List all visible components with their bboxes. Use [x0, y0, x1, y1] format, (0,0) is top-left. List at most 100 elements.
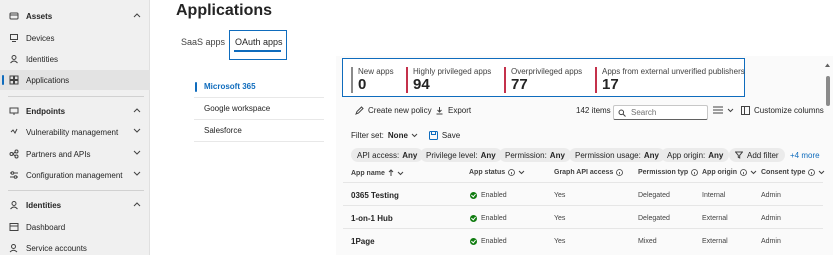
customize-columns-button[interactable]: Customize columns [741, 106, 824, 115]
subnav-label: Microsoft 365 [204, 82, 256, 91]
stat-label: Overprivileged apps [511, 67, 583, 76]
nav-item-identities[interactable]: Identities [0, 49, 150, 69]
more-filters-link[interactable]: +4 more [790, 151, 820, 160]
column-label: Permission type [638, 169, 688, 176]
add-filter-button[interactable]: Add filter [729, 148, 785, 162]
configuration-icon [9, 170, 19, 180]
cell-app-origin: Internal [702, 192, 726, 199]
column-header-app-origin[interactable]: App origin [702, 169, 757, 176]
chevron-up-icon[interactable] [133, 12, 141, 18]
stat-highly-privileged[interactable]: Highly privileged apps 94 [406, 67, 491, 93]
filter-chip-api-access[interactable]: API access: Any [351, 148, 424, 162]
export-button[interactable]: Export [435, 106, 471, 115]
cell-permission-type: Delegated [638, 215, 670, 222]
cell-graph-api: Yes [554, 215, 566, 222]
sort-ascending-icon [388, 169, 394, 177]
nav-label-identities-section: Identities [26, 200, 62, 210]
filter-chip-permission[interactable]: Permission: Any [499, 148, 571, 162]
items-count: 142 items [576, 106, 611, 115]
identities-icon [9, 54, 19, 64]
cell-graph-api: Yes [554, 238, 566, 245]
column-label: Consent type [761, 169, 806, 176]
chevron-down-icon [750, 170, 757, 175]
subnav-label: Google workspace [204, 104, 271, 113]
chevron-down-icon[interactable] [133, 171, 141, 177]
column-header-consent-type[interactable]: Consent type [761, 169, 825, 176]
nav-label-applications: Applications [26, 75, 70, 85]
subnav-google-workspace[interactable]: Google workspace [194, 98, 324, 120]
nav-label-partners: Partners and APIs [26, 149, 91, 159]
save-filter-button[interactable]: Save [428, 131, 460, 140]
cell-app-status: Enabled [470, 215, 507, 222]
stat-label: Highly privileged apps [413, 67, 492, 76]
chip-label: App origin: [667, 150, 706, 160]
enabled-status-icon [470, 238, 477, 245]
enabled-status-icon [470, 215, 477, 222]
filter-chip-privilege-level[interactable]: Privilege level: Any [420, 148, 502, 162]
stat-label: New apps [358, 67, 394, 76]
export-label: Export [448, 106, 472, 115]
filter-chip-permission-usage[interactable]: Permission usage: Any [569, 148, 665, 162]
stat-value: 17 [602, 76, 619, 93]
info-icon [808, 169, 816, 176]
subnav-microsoft-365[interactable]: Microsoft 365 [194, 76, 324, 98]
create-policy-button[interactable]: Create new policy [355, 106, 432, 115]
filter-set-dropdown[interactable]: None [388, 131, 418, 140]
nav-label-dashboard: Dashboard [26, 222, 66, 232]
scroll-up-icon[interactable] [824, 62, 831, 68]
column-header-permission-type[interactable]: Permission type [638, 169, 698, 176]
cell-permission-type: Mixed [638, 238, 657, 245]
list-view-icon [713, 106, 723, 114]
scrollbar-thumb[interactable] [826, 76, 830, 106]
nav-section-identities[interactable]: Identities [0, 195, 150, 215]
enabled-status-icon [470, 192, 477, 199]
assets-icon [9, 11, 19, 21]
chevron-up-icon[interactable] [133, 201, 141, 207]
left-navigation: Assets Devices Identities Applications E… [0, 0, 150, 255]
stat-overprivileged[interactable]: Overprivileged apps 77 [504, 67, 582, 93]
tab-saas-apps[interactable]: SaaS apps [181, 37, 225, 47]
nav-item-service-accounts[interactable]: Service accounts [0, 238, 150, 255]
info-icon [508, 169, 516, 176]
nav-item-dashboard[interactable]: Dashboard [0, 217, 150, 237]
stats-summary: New apps 0 Highly privileged apps 94 Ove… [342, 58, 745, 97]
devices-icon [9, 33, 19, 43]
nav-item-vulnerability-management[interactable]: Vulnerability management [0, 122, 150, 142]
tab-oauth-apps[interactable]: OAuth apps [235, 37, 283, 47]
stat-external-unverified[interactable]: Apps from external unverified publishers… [595, 67, 745, 93]
stat-label: Apps from external unverified publishers [602, 67, 745, 76]
cell-app-origin: External [702, 238, 728, 245]
nav-section-assets[interactable]: Assets [0, 6, 150, 26]
filter-chip-app-origin[interactable]: App origin: Any [661, 148, 730, 162]
chip-value: Any [402, 150, 418, 160]
column-header-graph-api-access[interactable]: Graph API access [554, 169, 624, 176]
chip-value: Any [549, 150, 565, 160]
chip-label: Privilege level: [426, 150, 478, 160]
column-header-app-name[interactable]: App name [351, 169, 404, 177]
chevron-down-icon[interactable] [133, 128, 141, 134]
nav-item-devices[interactable]: Devices [0, 28, 150, 48]
chevron-down-icon[interactable] [133, 150, 141, 156]
nav-label-vulnerability: Vulnerability management [26, 127, 119, 137]
view-options-button[interactable] [713, 106, 734, 114]
cell-app-name[interactable]: 1-on-1 Hub [351, 214, 393, 223]
nav-section-endpoints[interactable]: Endpoints [0, 101, 150, 121]
nav-item-configuration-management[interactable]: Configuration management [0, 165, 150, 185]
chip-value: Any [708, 150, 724, 160]
nav-item-partners-apis[interactable]: Partners and APIs [0, 144, 150, 164]
vulnerability-icon [9, 127, 19, 137]
info-icon [740, 169, 747, 176]
status-text: Enabled [481, 215, 507, 222]
tab-active-indicator [234, 50, 281, 52]
status-text: Enabled [481, 192, 507, 199]
chip-value: Any [643, 150, 659, 160]
chevron-up-icon[interactable] [133, 107, 141, 113]
subnav-salesforce[interactable]: Salesforce [194, 120, 324, 142]
nav-item-applications[interactable]: Applications [0, 70, 150, 90]
stat-new-apps[interactable]: New apps 0 [351, 67, 394, 93]
cell-app-name[interactable]: 1Page [351, 237, 375, 246]
search-input[interactable]: Search [613, 105, 708, 120]
column-header-app-status[interactable]: App status [469, 169, 525, 176]
cell-app-name[interactable]: 0365 Testing [351, 191, 399, 200]
info-icon [691, 169, 698, 176]
